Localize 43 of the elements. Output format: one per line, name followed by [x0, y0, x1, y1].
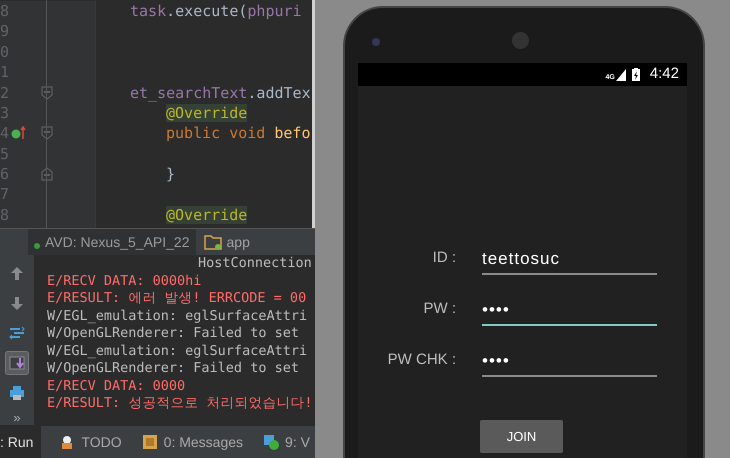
tool-window-tab[interactable]: TODO [51, 426, 130, 458]
tool-window-tab[interactable]: 0: Messages [134, 426, 252, 458]
log-line: HostConnection [197, 255, 312, 272]
log-line: W/EGL_emulation: eglSurfaceAttri [47, 308, 308, 325]
tool-window-tab[interactable]: : Run [0, 426, 42, 458]
chart-icon [263, 434, 280, 450]
code-line: task.execute(phpuri [130, 1, 302, 22]
status-dot-icon [34, 243, 40, 249]
code-line: } [166, 164, 176, 185]
log-line: E/RECV DATA: 0000hi [47, 272, 202, 290]
printer-icon[interactable] [9, 385, 25, 401]
up-arrow-icon[interactable] [9, 265, 25, 281]
console-tab[interactable]: app [198, 229, 256, 255]
input-field[interactable]: teettosuc [482, 245, 657, 275]
log-line: W/OpenGLRenderer: Failed to set [47, 325, 299, 342]
folder-icon [204, 234, 222, 250]
scroll-to-end-icon[interactable] [9, 355, 25, 371]
fold-marker-icon[interactable] [41, 167, 53, 182]
code-line: public void befo [166, 123, 310, 144]
input-field[interactable]: •••• [482, 347, 657, 377]
field-label: PW : [422, 298, 456, 318]
fold-marker-icon[interactable] [41, 126, 53, 140]
signal-icon [616, 68, 626, 80]
field-label: PW CHK : [386, 350, 456, 370]
down-arrow-icon[interactable] [9, 295, 25, 311]
log-line: E/RECV DATA: 0000 [47, 378, 186, 395]
more-button[interactable]: » [13, 411, 21, 425]
log-line: W/OpenGLRenderer: Failed to set [47, 360, 299, 378]
clock: 4:42 [650, 64, 679, 84]
log-line: E/RESULT: 성공적으로 처리되었습니다! [47, 395, 313, 412]
scroll-to-end-button[interactable] [5, 351, 29, 375]
fold-marker-icon[interactable] [41, 86, 53, 100]
console-tab[interactable]: AVD: Nexus_5_API_22 [28, 229, 196, 255]
join-button[interactable]: JOIN [480, 420, 563, 453]
log-line: W/EGL_emulation: eglSurfaceAttri [47, 342, 308, 360]
code-line: et_searchText.addTex [130, 82, 311, 103]
field-label: ID : [432, 248, 456, 268]
override-marker-icon[interactable] [11, 126, 27, 140]
log-line: E/RESULT: 에러 발생! ERRCODE = 00 [47, 290, 306, 308]
input-field[interactable]: •••• [482, 296, 657, 326]
messages-icon [142, 434, 158, 450]
wrap-lines-icon[interactable] [9, 325, 25, 341]
battery-icon [632, 68, 640, 81]
